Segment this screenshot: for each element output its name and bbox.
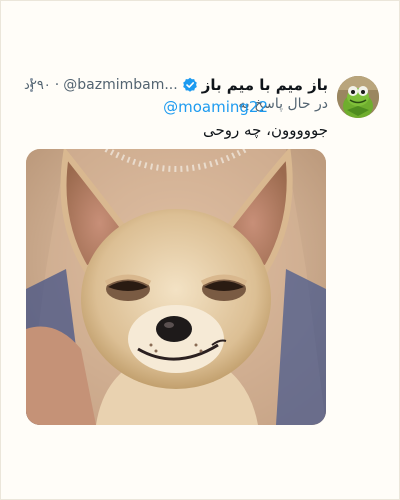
tweet-timestamp[interactable]: ۲۹۰د xyxy=(24,78,51,93)
avatar[interactable] xyxy=(337,76,379,118)
smirking-chihuahua-photo xyxy=(26,149,326,425)
replying-to-handle[interactable]: @moaming22 xyxy=(163,98,268,116)
tweet-header: باز میم با میم باز @bazmimbam... · ۲۹۰د xyxy=(24,74,328,96)
verified-badge-icon xyxy=(182,77,197,92)
tweet-media-image[interactable] xyxy=(26,149,326,425)
user-handle[interactable]: @bazmimbam... xyxy=(63,77,177,93)
tweet-text: جووووون، چه روحی xyxy=(203,121,328,139)
display-name[interactable]: باز میم با میم باز xyxy=(202,76,328,94)
kermit-avatar-icon xyxy=(337,76,379,118)
separator-dot: · xyxy=(54,77,60,93)
tweet-card: باز میم با میم باز @bazmimbam... · ۲۹۰د … xyxy=(0,0,400,500)
